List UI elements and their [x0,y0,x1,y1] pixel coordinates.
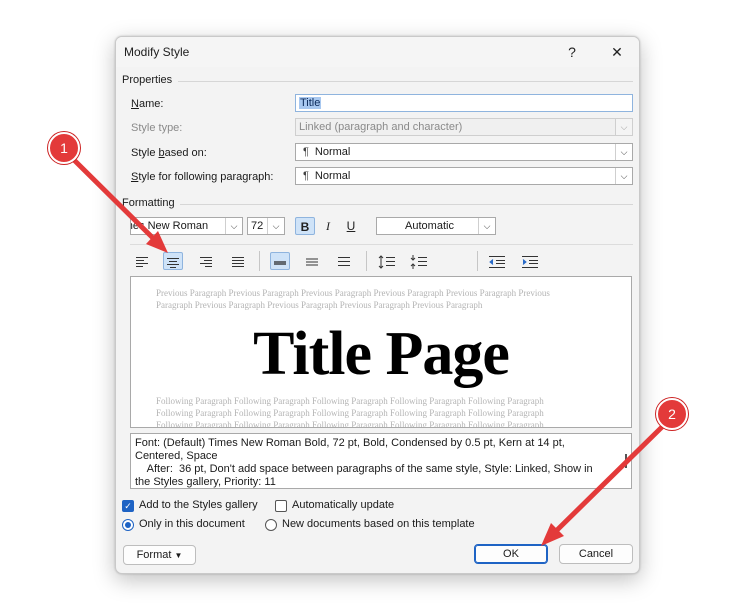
annotation-arrows [67,153,666,546]
callout-badge-2: 2 [656,398,688,430]
arrow-1 [67,153,168,253]
callout-badge-1: 1 [48,132,80,164]
arrow-2 [541,423,666,546]
